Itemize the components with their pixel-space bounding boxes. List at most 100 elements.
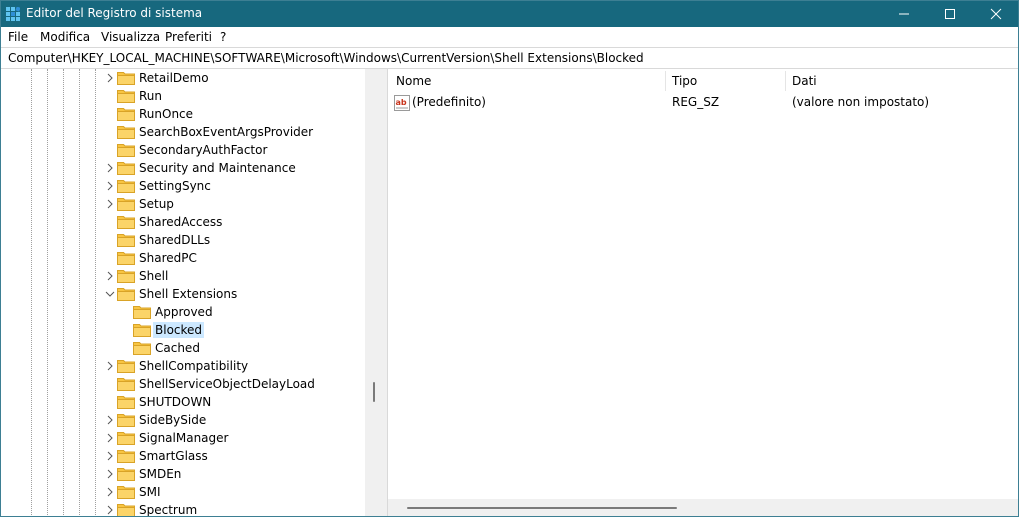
key-tree-pane[interactable]: RetailDemo Run RunOnce SearchBoxEventArgsPr… <box>0 69 383 517</box>
tree-item-label: SmartGlass <box>139 449 208 463</box>
close-button[interactable] <box>973 0 1019 27</box>
tree-item[interactable]: ShellCompatibility <box>105 357 383 375</box>
chevron-right-icon[interactable] <box>105 469 115 479</box>
chevron-right-icon[interactable] <box>105 181 115 191</box>
tree-item[interactable]: SMI <box>105 483 383 501</box>
folder-icon <box>117 252 135 265</box>
tree-item[interactable]: Approved <box>121 303 383 321</box>
tree-item-label: Shell <box>139 269 169 283</box>
tree-item[interactable]: Spectrum <box>105 501 383 517</box>
folder-icon <box>117 288 135 301</box>
folder-icon <box>117 414 135 427</box>
tree-item[interactable]: Run <box>105 87 383 105</box>
maximize-button[interactable] <box>927 0 973 27</box>
chevron-right-icon[interactable] <box>105 361 115 371</box>
tree-item[interactable]: RetailDemo <box>105 69 383 87</box>
tree-item[interactable]: SMDEn <box>105 465 383 483</box>
tree-item[interactable]: SettingSync <box>105 177 383 195</box>
menu-bar: File Modifica Visualizza Preferiti ? <box>0 27 1019 47</box>
column-header-tipo[interactable]: Tipo <box>664 69 782 93</box>
folder-icon <box>117 360 135 373</box>
folder-icon <box>117 450 135 463</box>
tree-item[interactable]: Shell Extensions <box>105 285 383 303</box>
chevron-right-icon[interactable] <box>105 199 115 209</box>
folder-icon <box>133 324 151 337</box>
tree-item-label: SharedPC <box>139 251 197 265</box>
list-scroll-thumb[interactable] <box>407 507 677 509</box>
menu-modifica[interactable]: Modifica <box>40 30 90 44</box>
tree-item[interactable]: SmartGlass <box>105 447 383 465</box>
tree-item[interactable]: Cached <box>121 339 383 357</box>
column-header-dati[interactable]: Dati <box>784 69 1012 93</box>
chevron-down-icon[interactable] <box>105 289 115 299</box>
tree-item[interactable]: SharedDLLs <box>105 231 383 249</box>
tree-item-label: RunOnce <box>139 107 194 121</box>
tree-item[interactable]: Shell <box>105 267 383 285</box>
folder-icon <box>117 180 135 193</box>
tree-item-label: Spectrum <box>139 503 198 517</box>
tree-vertical-scrollbar[interactable] <box>365 69 383 517</box>
menu-preferiti[interactable]: Preferiti <box>165 30 212 44</box>
value-name: (Predefinito) <box>412 95 486 109</box>
tree-item[interactable]: SharedPC <box>105 249 383 267</box>
tree-item[interactable]: ShellServiceObjectDelayLoad <box>105 375 383 393</box>
tree-scroll-thumb[interactable] <box>373 382 375 402</box>
tree-item-label: SignalManager <box>139 431 229 445</box>
chevron-right-icon[interactable] <box>105 163 115 173</box>
menu-visualizza[interactable]: Visualizza <box>101 30 160 44</box>
chevron-right-icon[interactable] <box>105 271 115 281</box>
tree-item-label: Cached <box>155 341 200 355</box>
tree-guide-lines <box>0 69 120 517</box>
tree-item-label: RetailDemo <box>139 71 209 85</box>
folder-icon <box>133 342 151 355</box>
chevron-right-icon[interactable] <box>105 487 115 497</box>
chevron-right-icon[interactable] <box>105 451 115 461</box>
folder-icon <box>117 108 135 121</box>
folder-icon <box>117 216 135 229</box>
minimize-button[interactable] <box>881 0 927 27</box>
chevron-right-icon[interactable] <box>105 505 115 515</box>
value-row[interactable]: ab (Predefinito) REG_SZ (valore non impo… <box>388 94 1018 112</box>
tree-item[interactable]: Blocked <box>121 321 383 339</box>
values-list-pane[interactable]: Nome Tipo Dati ab (Predefinito) REG_SZ (… <box>387 69 1018 517</box>
tree-item-label: SettingSync <box>139 179 211 193</box>
tree-item-label: Setup <box>139 197 174 211</box>
tree-item-label: SHUTDOWN <box>139 395 212 409</box>
chevron-right-icon[interactable] <box>105 73 115 83</box>
folder-icon <box>117 234 135 247</box>
tree-item-label: SMI <box>139 485 161 499</box>
menu-help[interactable]: ? <box>220 30 226 44</box>
address-bar[interactable]: Computer\HKEY_LOCAL_MACHINE\SOFTWARE\Mic… <box>0 47 1018 69</box>
folder-icon <box>117 144 135 157</box>
tree-item[interactable]: Setup <box>105 195 383 213</box>
folder-icon <box>133 306 151 319</box>
column-header-nome[interactable]: Nome <box>388 69 664 93</box>
tree-item-label: Security and Maintenance <box>139 161 296 175</box>
chevron-right-icon[interactable] <box>105 433 115 443</box>
folder-icon <box>117 126 135 139</box>
tree-item[interactable]: SharedAccess <box>105 213 383 231</box>
title-bar[interactable]: Editor del Registro di sistema <box>0 0 1019 27</box>
tree-item-label: SideBySide <box>139 413 207 427</box>
tree-item[interactable]: SHUTDOWN <box>105 393 383 411</box>
tree-item[interactable]: SideBySide <box>105 411 383 429</box>
minimize-icon <box>899 13 909 15</box>
values-list-header: Nome Tipo Dati <box>388 69 1018 94</box>
tree-item[interactable]: SearchBoxEventArgsProvider <box>105 123 383 141</box>
menu-file[interactable]: File <box>8 30 28 44</box>
tree-item[interactable]: SignalManager <box>105 429 383 447</box>
tree-item[interactable]: Security and Maintenance <box>105 159 383 177</box>
folder-icon <box>117 72 135 85</box>
address-path[interactable]: Computer\HKEY_LOCAL_MACHINE\SOFTWARE\Mic… <box>8 51 644 65</box>
folder-icon <box>117 270 135 283</box>
tree-item-label: Blocked <box>153 322 205 338</box>
tree-item-label: Run <box>139 89 163 103</box>
tree-item[interactable]: SecondaryAuthFactor <box>105 141 383 159</box>
folder-icon <box>117 486 135 499</box>
string-value-icon: ab <box>394 95 410 111</box>
tree-item-label: SecondaryAuthFactor <box>139 143 268 157</box>
close-icon <box>990 8 1002 20</box>
list-horizontal-scrollbar[interactable] <box>388 499 1018 517</box>
chevron-right-icon[interactable] <box>105 415 115 425</box>
tree-item[interactable]: RunOnce <box>105 105 383 123</box>
